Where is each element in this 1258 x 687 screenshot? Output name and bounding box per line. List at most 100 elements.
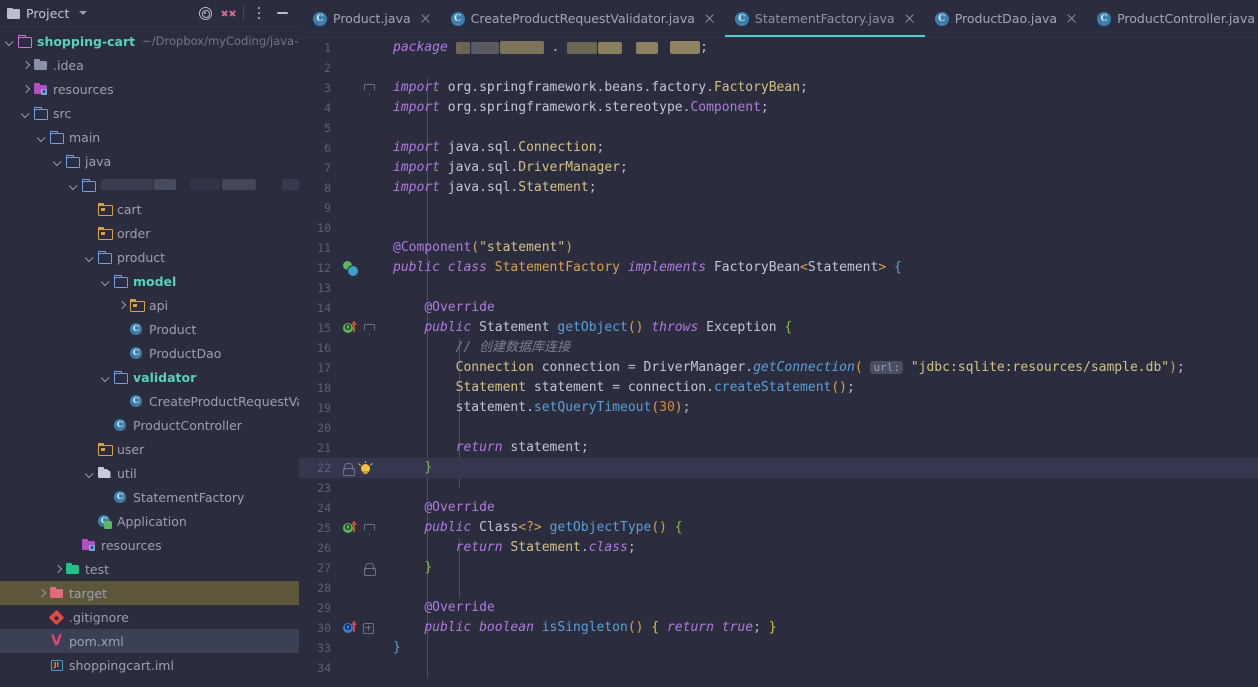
fold-end-icon[interactable]	[363, 562, 376, 576]
fold-region-icon[interactable]	[363, 523, 374, 534]
code-line-27[interactable]: }	[377, 558, 1258, 578]
tree-row-application[interactable]: C Application	[0, 509, 299, 533]
tree-row-shoppingcart-iml[interactable]: JI shoppingcart.iml	[0, 653, 299, 677]
code-line-23[interactable]	[377, 478, 1258, 498]
code-line-9[interactable]	[377, 198, 1258, 218]
tree-row-api[interactable]: api	[0, 293, 299, 317]
expand-arrow-icon[interactable]	[116, 299, 128, 311]
code-line-11[interactable]: @Component("statement")	[377, 238, 1258, 258]
code-line-3[interactable]: import org.springframework.beans.factory…	[377, 78, 1258, 98]
gutter-row-24[interactable]: 24	[299, 498, 377, 518]
code-line-24[interactable]: @Override	[377, 498, 1258, 518]
tree-row-main[interactable]: main	[0, 125, 299, 149]
tree-row-test[interactable]: test	[0, 557, 299, 581]
tree-row-order[interactable]: order	[0, 221, 299, 245]
tree-row-productdao[interactable]: C ProductDao	[0, 341, 299, 365]
code-line-29[interactable]: @Override	[377, 598, 1258, 618]
code-line-34[interactable]	[377, 658, 1258, 678]
gutter-row-30[interactable]: 30 O	[299, 618, 377, 638]
code-editor[interactable]: 1 2 3 4 5 6 7 8 9 10 11 12 13 14 15 O 16 17 18 19 20 21 22 23 24…	[299, 38, 1258, 687]
editor-tab-product-java[interactable]: C Product.java	[303, 0, 441, 37]
tree-row-model[interactable]: model	[0, 269, 299, 293]
gutter-row-34[interactable]: 34	[299, 658, 377, 678]
chevron-down-icon[interactable]	[79, 11, 88, 15]
gutter-row-14[interactable]: 14	[299, 298, 377, 318]
close-icon[interactable]	[903, 12, 916, 25]
code-line-2[interactable]	[377, 58, 1258, 78]
override-method-icon[interactable]: O	[343, 321, 357, 335]
collapse-arrow-icon[interactable]	[84, 467, 96, 479]
gutter-row-9[interactable]: 9	[299, 198, 377, 218]
tree-row-project-root[interactable]: shopping-cart ~/Dropbox/myCoding/java-tr…	[0, 29, 299, 53]
editor-tab-statementfactory-java[interactable]: C StatementFactory.java	[724, 0, 925, 37]
tree-row-resources[interactable]: s resources	[0, 77, 299, 101]
override-method-icon[interactable]: O	[343, 521, 357, 535]
tree-row--idea[interactable]: .idea	[0, 53, 299, 77]
tree-row-cart[interactable]: cart	[0, 197, 299, 221]
gutter-row-20[interactable]: 20	[299, 418, 377, 438]
collapse-arrow-icon[interactable]	[84, 251, 96, 263]
code-line-15[interactable]: public Statement getObject() throws Exce…	[377, 318, 1258, 338]
close-icon[interactable]	[1065, 12, 1078, 25]
gutter-row-4[interactable]: 4	[299, 98, 377, 118]
close-icon[interactable]	[419, 12, 432, 25]
fold-region-icon[interactable]	[363, 83, 374, 94]
expand-arrow-icon[interactable]	[52, 563, 64, 575]
expand-arrow-icon[interactable]	[4, 35, 16, 47]
code-line-10[interactable]	[377, 218, 1258, 238]
code-line-22[interactable]: }	[377, 458, 1258, 478]
tree-row-resources[interactable]: s resources	[0, 533, 299, 557]
collapse-arrow-icon[interactable]	[52, 155, 64, 167]
gutter-row-13[interactable]: 13	[299, 278, 377, 298]
tree-row-productcontroller[interactable]: C ProductController	[0, 413, 299, 437]
code-line-28[interactable]	[377, 578, 1258, 598]
gutter-row-17[interactable]: 17	[299, 358, 377, 378]
code-line-20[interactable]	[377, 418, 1258, 438]
collapse-arrow-icon[interactable]	[20, 107, 32, 119]
tree-row-product[interactable]: product	[0, 245, 299, 269]
close-icon[interactable]	[703, 12, 716, 25]
code-line-8[interactable]: import java.sql.Statement;	[377, 178, 1258, 198]
hide-panel-button[interactable]	[271, 2, 293, 24]
code-scroll-area[interactable]: package . ; import org.springframework.b…	[377, 38, 1258, 687]
collapse-arrow-icon[interactable]	[100, 275, 112, 287]
tree-row-statementfactory[interactable]: C StatementFactory	[0, 485, 299, 509]
gutter-row-27[interactable]: 27	[299, 558, 377, 578]
code-line-18[interactable]: Statement statement = connection.createS…	[377, 378, 1258, 398]
gutter-row-21[interactable]: 21	[299, 438, 377, 458]
collapse-arrow-icon[interactable]	[36, 131, 48, 143]
collapse-arrow-icon[interactable]	[68, 179, 80, 191]
tree-row-user[interactable]: user	[0, 437, 299, 461]
gutter-row-12[interactable]: 12	[299, 258, 377, 278]
gutter-row-23[interactable]: 23	[299, 478, 377, 498]
gutter-row-8[interactable]: 8	[299, 178, 377, 198]
tree-row-product[interactable]: C Product	[0, 317, 299, 341]
project-panel-title-group[interactable]: Project	[7, 6, 88, 21]
editor-tab-productcontroller-java[interactable]: C ProductController.java	[1087, 0, 1258, 37]
tree-row-validator[interactable]: validator	[0, 365, 299, 389]
expand-arrow-icon[interactable]	[36, 587, 48, 599]
code-line-14[interactable]: @Override	[377, 298, 1258, 318]
gutter-row-18[interactable]: 18	[299, 378, 377, 398]
gutter-row-22[interactable]: 22	[299, 458, 377, 478]
code-line-7[interactable]: import java.sql.DriverManager;	[377, 158, 1258, 178]
gutter-row-15[interactable]: 15 O	[299, 318, 377, 338]
collapse-arrow-icon[interactable]	[100, 371, 112, 383]
gutter-row-33[interactable]: 33	[299, 638, 377, 658]
code-line-5[interactable]	[377, 118, 1258, 138]
code-line-4[interactable]: import org.springframework.stereotype.Co…	[377, 98, 1258, 118]
gutter-row-28[interactable]: 28	[299, 578, 377, 598]
collapse-all-button[interactable]	[217, 2, 239, 24]
expand-arrow-icon[interactable]	[20, 59, 32, 71]
gutter-row-11[interactable]: 11	[299, 238, 377, 258]
tree-row-util[interactable]: util	[0, 461, 299, 485]
gutter-row-3[interactable]: 3	[299, 78, 377, 98]
tree-row-java[interactable]: java	[0, 149, 299, 173]
expand-arrow-icon[interactable]	[20, 83, 32, 95]
locate-file-button[interactable]	[194, 2, 216, 24]
more-options-button[interactable]	[248, 2, 270, 24]
gutter-row-7[interactable]: 7	[299, 158, 377, 178]
gutter-row-29[interactable]: 29	[299, 598, 377, 618]
code-lines[interactable]: package . ; import org.springframework.b…	[377, 38, 1258, 678]
code-line-30[interactable]: public boolean isSingleton() { return tr…	[377, 618, 1258, 638]
